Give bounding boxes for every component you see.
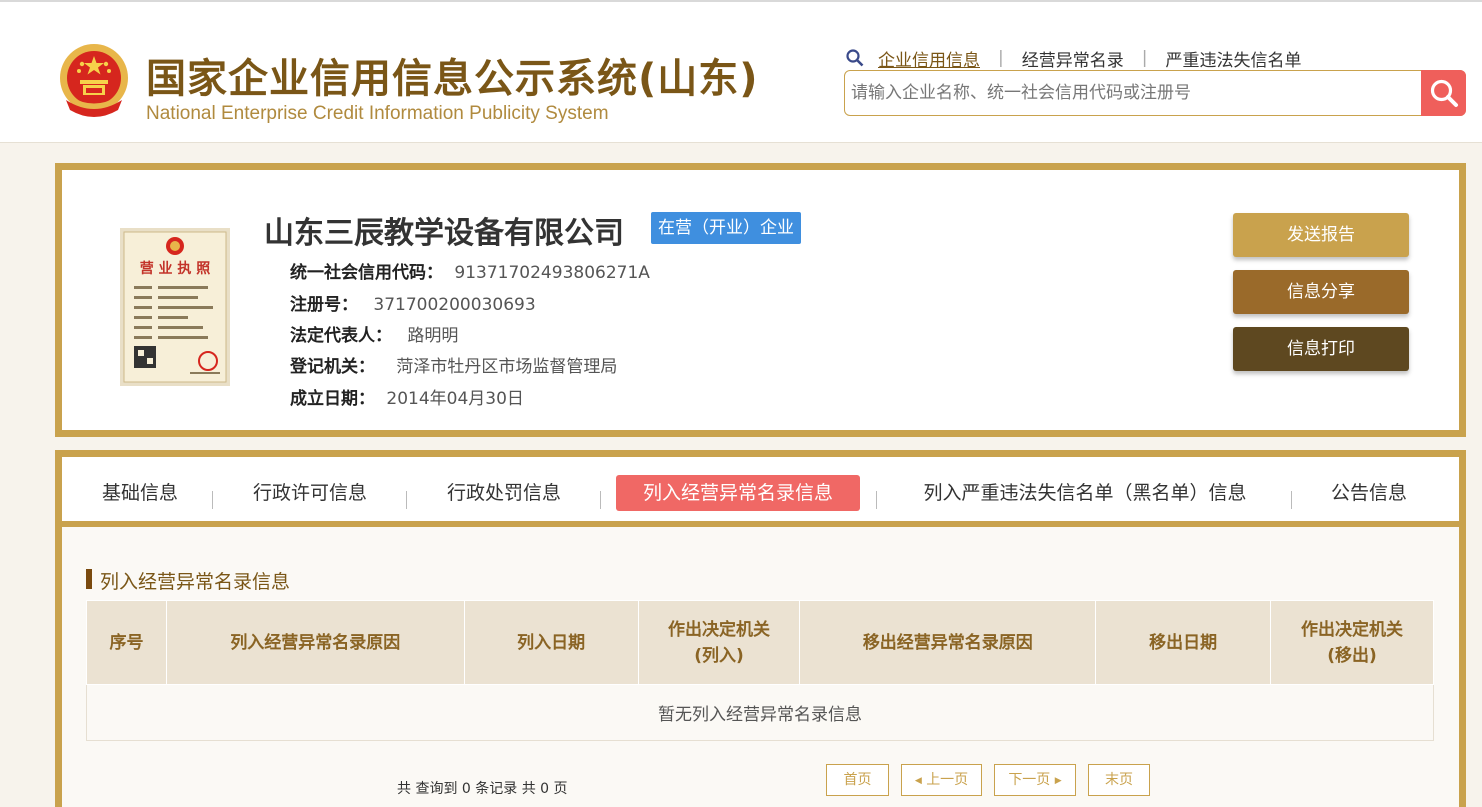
search-input[interactable] <box>851 75 1411 111</box>
caret-left-icon: ◀ <box>914 776 922 786</box>
info-label: 注册号： <box>290 295 358 315</box>
tab-blacklist[interactable]: 列入严重违法失信名单（黑名单）信息 <box>910 475 1260 511</box>
info-label: 成立日期： <box>290 389 375 409</box>
tab-basic-info[interactable]: 基础信息 <box>95 475 185 511</box>
abnormal-list-table: 序号 列入经营异常名录原因 列入日期 作出决定机关 (列入) 移出经营异常名录原… <box>86 600 1434 741</box>
table-row: 暂无列入经营异常名录信息 <box>86 684 1434 741</box>
tab-separator <box>1291 491 1292 509</box>
last-page-button[interactable]: 末页 <box>1088 764 1150 796</box>
info-row-credit-code: 统一社会信用代码： 91371702493806271A <box>290 258 650 283</box>
tab-admin-permit[interactable]: 行政许可信息 <box>247 475 373 511</box>
tabs-bar: 基础信息 行政许可信息 行政处罚信息 列入经营异常名录信息 列入严重违法失信名单… <box>62 457 1459 527</box>
share-info-button[interactable]: 信息分享 <box>1233 270 1409 314</box>
column-header: 移出经营异常名录原因 <box>799 600 1097 685</box>
nav-link-abnormal-list[interactable]: 经营异常名录 <box>1022 46 1124 71</box>
column-header: 移出日期 <box>1095 600 1272 685</box>
prev-page-button[interactable]: ◀ 上一页 <box>901 764 982 796</box>
info-label: 登记机关： <box>290 357 375 377</box>
info-value: 371700200030693 <box>373 295 536 315</box>
tab-separator <box>876 491 877 509</box>
column-header: 作出决定机关 (移出) <box>1270 600 1434 685</box>
first-page-button[interactable]: 首页 <box>826 764 889 796</box>
tab-abnormal-list[interactable]: 列入经营异常名录信息 <box>616 475 860 511</box>
section-title: 列入经营异常名录信息 <box>86 567 290 594</box>
info-value: 菏泽市牡丹区市场监督管理局 <box>396 357 618 377</box>
info-row-establish-date: 成立日期： 2014年04月30日 <box>290 384 524 409</box>
info-row-reg-authority: 登记机关： 菏泽市牡丹区市场监督管理局 <box>290 352 617 377</box>
site-subtitle: National Enterprise Credit Information P… <box>146 103 609 124</box>
info-value: 路明明 <box>407 326 459 346</box>
info-row-reg-number: 注册号： 371700200030693 <box>290 290 536 315</box>
print-info-button[interactable]: 信息打印 <box>1233 327 1409 371</box>
national-emblem-icon <box>60 44 128 117</box>
tab-separator <box>406 491 407 509</box>
column-header: 作出决定机关 (列入) <box>637 600 801 685</box>
table-header-row: 序号 列入经营异常名录原因 列入日期 作出决定机关 (列入) 移出经营异常名录原… <box>86 600 1434 685</box>
search-box <box>844 70 1466 116</box>
info-label: 法定代表人： <box>290 326 392 346</box>
info-row-legal-rep: 法定代表人： 路明明 <box>290 321 458 346</box>
empty-message: 暂无列入经营异常名录信息 <box>86 684 1434 741</box>
next-page-label: 下一页 <box>1008 772 1051 788</box>
send-report-button[interactable]: 发送报告 <box>1233 213 1409 257</box>
record-summary: 共 查询到 0 条记录 共 0 页 <box>397 781 568 797</box>
tab-separator <box>212 491 213 509</box>
column-header: 列入经营异常名录原因 <box>165 600 465 685</box>
info-value: 91371702493806271A <box>454 263 650 283</box>
tab-separator <box>600 491 601 509</box>
column-header: 列入日期 <box>463 600 639 685</box>
column-header: 序号 <box>86 600 167 685</box>
search-icon <box>846 49 864 67</box>
magnifier-icon <box>1430 79 1458 107</box>
site-header: 国家企业信用信息公示系统(山东) National Enterprise Cre… <box>0 2 1482 143</box>
license-caption: 营 业 执 照 <box>140 260 211 277</box>
tab-admin-penalty[interactable]: 行政处罚信息 <box>441 475 567 511</box>
company-card: 营 业 执 照 山东三辰教学设备有限公司 在营（开业）企业 统一社会信用代码： … <box>55 163 1466 437</box>
search-button[interactable] <box>1421 70 1466 116</box>
nav-separator: | <box>1141 48 1148 68</box>
nav-link-blacklist[interactable]: 严重违法失信名单 <box>1165 46 1301 71</box>
company-name: 山东三辰教学设备有限公司 <box>264 216 624 251</box>
top-nav: 企业信用信息 | 经营异常名录 | 严重违法失信名单 <box>846 46 1301 71</box>
status-badge: 在营（开业）企业 <box>651 212 801 244</box>
nav-link-credit-info[interactable]: 企业信用信息 <box>878 46 980 71</box>
site-title: 国家企业信用信息公示系统(山东) <box>146 56 759 102</box>
prev-page-label: 上一页 <box>926 772 969 788</box>
next-page-button[interactable]: 下一页 ▶ <box>994 764 1076 796</box>
nav-separator: | <box>998 48 1004 68</box>
info-label: 统一社会信用代码： <box>290 263 443 283</box>
tab-announcements[interactable]: 公告信息 <box>1324 475 1414 511</box>
info-value: 2014年04月30日 <box>386 389 524 409</box>
caret-right-icon: ▶ <box>1054 776 1062 786</box>
info-panel: 基础信息 行政许可信息 行政处罚信息 列入经营异常名录信息 列入严重违法失信名单… <box>55 450 1466 807</box>
business-license-image[interactable]: 营 业 执 照 <box>120 228 230 386</box>
